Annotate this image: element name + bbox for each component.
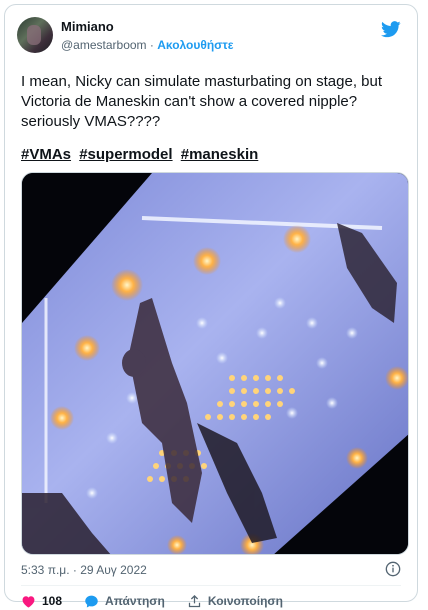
heart-icon [22, 595, 35, 607]
author-handle[interactable]: @amestarboom [61, 38, 147, 52]
twitter-bird-icon[interactable] [381, 21, 401, 38]
hashtag-row: #VMAs #supermodel #maneskin [21, 145, 262, 165]
author-subline: @amestarboom · Ακολουθήστε [61, 37, 233, 53]
tweet-header: Mimiano @amestarboom · Ακολουθήστε [17, 17, 405, 57]
info-icon[interactable] [385, 561, 401, 577]
tweet-media-image[interactable] [21, 172, 409, 555]
concert-photo [22, 173, 408, 554]
separator-dot: · [149, 38, 154, 52]
author-name[interactable]: Mimiano [61, 19, 233, 35]
hashtag-maneskin[interactable]: #maneskin [181, 146, 259, 163]
like-button[interactable]: 108 [21, 594, 62, 609]
avatar[interactable] [17, 17, 53, 53]
hashtag-vmas[interactable]: #VMAs [21, 146, 71, 163]
tweet-text: I mean, Nicky can simulate masturbating … [21, 73, 387, 130]
author-block: Mimiano @amestarboom · Ακολουθήστε [61, 19, 233, 53]
reply-button[interactable]: Απάντηση [84, 594, 165, 609]
share-button[interactable]: Κοινοποίηση [187, 594, 283, 609]
divider [21, 585, 401, 586]
follow-link[interactable]: Ακολουθήστε [157, 38, 233, 52]
tweet-timestamp[interactable]: 5:33 π.μ. · 29 Αυγ 2022 [21, 562, 147, 578]
hashtag-supermodel[interactable]: #supermodel [79, 146, 172, 163]
speech-bubble-icon [85, 595, 98, 607]
share-upload-icon [188, 594, 200, 607]
action-bar: 108 Απάντηση Κοινοποίηση [21, 592, 305, 610]
tweet-card[interactable]: Mimiano @amestarboom · Ακολουθήστε I mea… [4, 4, 418, 608]
